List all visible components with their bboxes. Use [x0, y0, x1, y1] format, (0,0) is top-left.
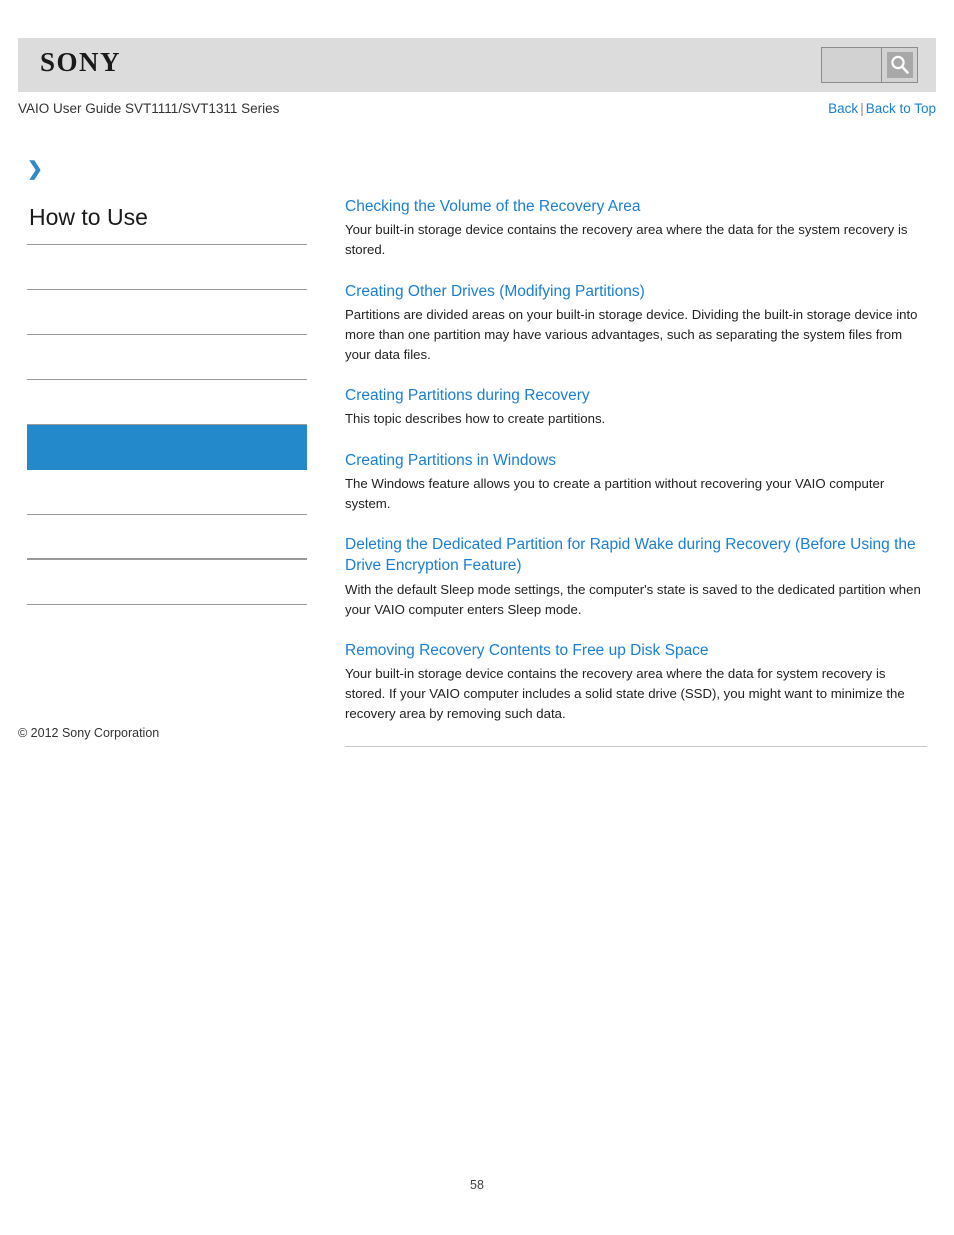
page-title: VAIO User Guide SVT1111/SVT1311 Series	[18, 101, 280, 116]
topic-item: Creating Partitions in Windows The Window…	[345, 450, 927, 515]
topic-description: With the default Sleep mode settings, th…	[345, 581, 921, 617]
search-icon	[886, 52, 913, 78]
sidebar: ❯ How to Use	[27, 158, 307, 606]
sidebar-item-2[interactable]	[27, 335, 307, 381]
sidebar-item-3[interactable]	[27, 380, 307, 426]
titlebar: VAIO User Guide SVT1111/SVT1311 Series B…	[18, 101, 936, 123]
topic-description: The Windows feature allows you to create…	[345, 475, 885, 511]
back-link[interactable]: Back	[828, 101, 858, 116]
topic-item: Checking the Volume of the Recovery Area…	[345, 196, 927, 261]
chevron-right-icon[interactable]: ❯	[27, 158, 51, 182]
content-divider	[345, 746, 927, 748]
topic-link[interactable]: Creating Other Drives (Modifying Partiti…	[345, 281, 927, 302]
topic-link[interactable]: Checking the Volume of the Recovery Area	[345, 196, 927, 217]
search-button[interactable]	[881, 48, 917, 82]
sidebar-heading: How to Use	[29, 204, 148, 230]
topic-item: Removing Recovery Contents to Free up Di…	[345, 640, 927, 725]
page-number: 58	[470, 1178, 484, 1192]
topic-link[interactable]: Creating Partitions during Recovery	[345, 385, 927, 406]
topic-link[interactable]: Creating Partitions in Windows	[345, 450, 927, 471]
topic-description: This topic describes how to create parti…	[345, 411, 606, 427]
site-header: SONY	[18, 38, 936, 92]
sidebar-item-5[interactable]	[27, 470, 307, 516]
sidebar-item-6[interactable]	[27, 515, 307, 561]
sidebar-item-1[interactable]	[27, 290, 307, 336]
sidebar-nav-list	[27, 244, 307, 606]
topic-description: Partitions are divided areas on your bui…	[345, 306, 918, 362]
topic-item: Deleting the Dedicated Partition for Rap…	[345, 534, 927, 620]
topic-item: Creating Partitions during Recovery This …	[345, 385, 927, 429]
copyright-notice: © 2012 Sony Corporation	[18, 726, 160, 740]
back-to-top-link[interactable]: Back to Top	[866, 101, 936, 116]
sidebar-item-4[interactable]	[27, 425, 307, 471]
search-input[interactable]	[822, 48, 881, 82]
main-content: Checking the Volume of the Recovery Area…	[345, 196, 927, 748]
topic-item: Creating Other Drives (Modifying Partiti…	[345, 281, 927, 366]
topic-link[interactable]: Removing Recovery Contents to Free up Di…	[345, 640, 927, 661]
header-nav: Back | Back to Top	[828, 101, 936, 116]
topic-link[interactable]: Deleting the Dedicated Partition for Rap…	[345, 534, 927, 577]
sidebar-item-7[interactable]	[27, 560, 307, 606]
nav-separator: |	[860, 101, 864, 116]
topic-description: Your built-in storage device contains th…	[345, 666, 905, 722]
sony-logo: SONY	[40, 47, 122, 77]
sidebar-item-0[interactable]	[27, 245, 307, 291]
search-box	[821, 47, 918, 83]
topic-description: Your built-in storage device contains th…	[345, 222, 908, 258]
